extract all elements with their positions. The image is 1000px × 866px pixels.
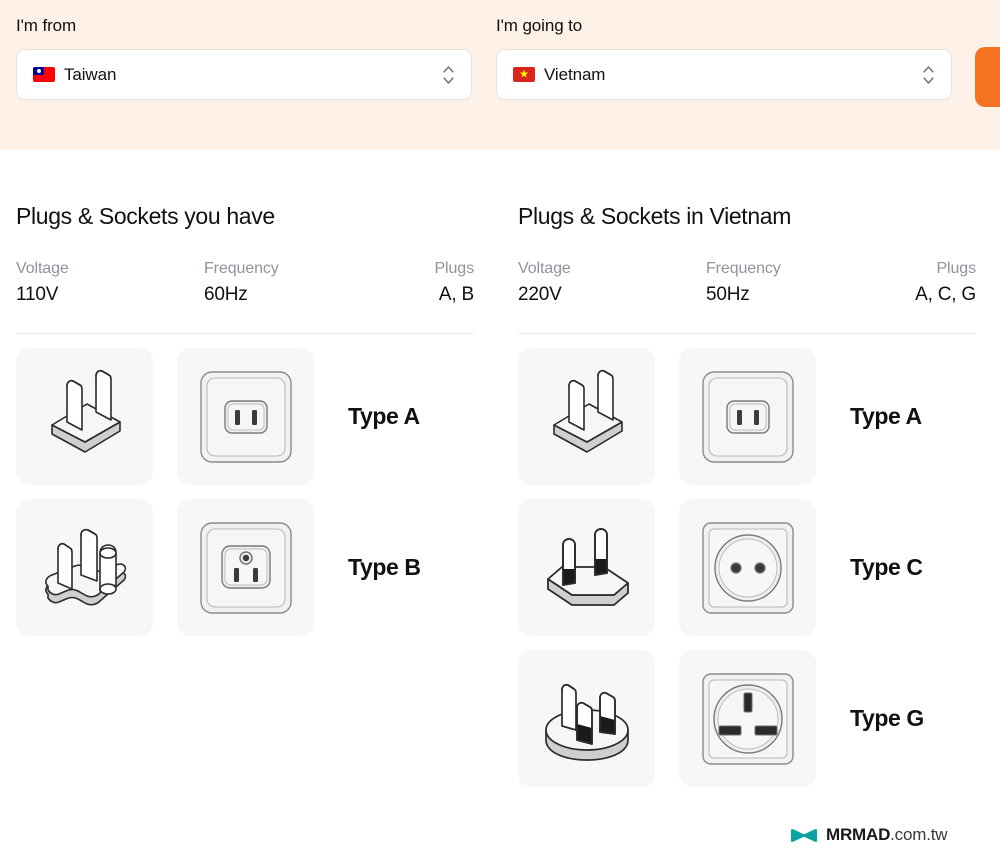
plug-type-c-icon — [518, 499, 655, 636]
chevron-up-down-icon[interactable] — [921, 62, 935, 88]
origin-stats: Voltage 110V Frequency 60Hz Plugs A, B — [16, 260, 474, 306]
list-item: Type C — [518, 499, 976, 636]
type-label: Type A — [348, 403, 420, 429]
socket-type-g-icon — [679, 650, 816, 787]
plugs-stat: Plugs A, B — [434, 260, 474, 306]
voltage-stat: Voltage 220V — [518, 260, 706, 306]
list-item: Type G — [518, 650, 976, 787]
search-submit-button[interactable] — [975, 47, 1000, 107]
voltage-value: 110V — [16, 284, 59, 305]
list-item: Type A — [518, 348, 976, 485]
type-label: Type G — [850, 705, 924, 731]
socket-type-c-icon — [679, 499, 816, 636]
list-item: Type A — [16, 348, 474, 485]
frequency-label: Frequency — [706, 260, 781, 277]
comparison-main: Plugs & Sockets you have Voltage 110V Fr… — [0, 150, 1000, 787]
socket-type-b-icon — [177, 499, 314, 636]
to-country-label: I'm going to — [496, 16, 583, 35]
plugs-label: Plugs — [434, 260, 474, 277]
from-country-value: Taiwan — [64, 64, 117, 84]
socket-type-a-icon — [679, 348, 816, 485]
frequency-stat: Frequency 50Hz — [706, 260, 915, 306]
frequency-value: 60Hz — [204, 284, 248, 305]
to-country-group: I'm going to Vietnam — [496, 16, 952, 100]
destination-column: Plugs & Sockets in Vietnam Voltage 220V … — [518, 150, 976, 787]
chevron-up-down-icon[interactable] — [441, 62, 455, 88]
frequency-label: Frequency — [204, 260, 279, 277]
voltage-label: Voltage — [16, 260, 69, 277]
plugs-label: Plugs — [936, 260, 976, 277]
watermark-domain: .com.tw — [890, 825, 948, 844]
selects-row: I'm from Taiwan I'm going to Vietnam — [16, 16, 984, 100]
plug-type-g-icon — [518, 650, 655, 787]
section-divider — [518, 333, 976, 334]
socket-type-a-icon — [177, 348, 314, 485]
to-country-value: Vietnam — [544, 64, 606, 84]
section-divider — [16, 333, 474, 334]
taiwan-flag-icon — [33, 67, 55, 82]
plug-type-a-icon — [16, 348, 153, 485]
plug-type-a-icon — [518, 348, 655, 485]
voltage-label: Voltage — [518, 260, 571, 277]
frequency-value: 50Hz — [706, 284, 750, 305]
watermark-brand: MRMAD — [826, 825, 891, 844]
vietnam-flag-icon — [513, 67, 535, 82]
from-country-select[interactable]: Taiwan — [16, 49, 472, 100]
destination-stats: Voltage 220V Frequency 50Hz Plugs A, C, … — [518, 260, 976, 306]
from-country-group: I'm from Taiwan — [16, 16, 472, 100]
to-country-select[interactable]: Vietnam — [496, 49, 952, 100]
voltage-value: 220V — [518, 284, 562, 305]
plugs-value: A, B — [438, 284, 474, 305]
page-title: Plugs & Sockets you have — [16, 203, 275, 229]
country-selector-header: I'm from Taiwan I'm going to Vietnam — [0, 0, 1000, 150]
plugs-stat: Plugs A, C, G — [915, 260, 976, 306]
type-label: Type A — [850, 403, 922, 429]
origin-column: Plugs & Sockets you have Voltage 110V Fr… — [16, 150, 474, 787]
destination-title: Plugs & Sockets in Vietnam — [518, 203, 792, 229]
from-country-label: I'm from — [16, 16, 77, 35]
plugs-value: A, C, G — [915, 284, 976, 305]
frequency-stat: Frequency 60Hz — [204, 260, 434, 306]
voltage-stat: Voltage 110V — [16, 260, 204, 306]
site-watermark: MRMAD.com.tw — [790, 825, 948, 845]
type-label: Type B — [348, 554, 421, 580]
watermark-text: MRMAD.com.tw — [826, 825, 948, 845]
mrmad-logo-icon — [790, 828, 818, 842]
list-item: Type B — [16, 499, 474, 636]
type-label: Type C — [850, 554, 923, 580]
plug-type-b-icon — [16, 499, 153, 636]
